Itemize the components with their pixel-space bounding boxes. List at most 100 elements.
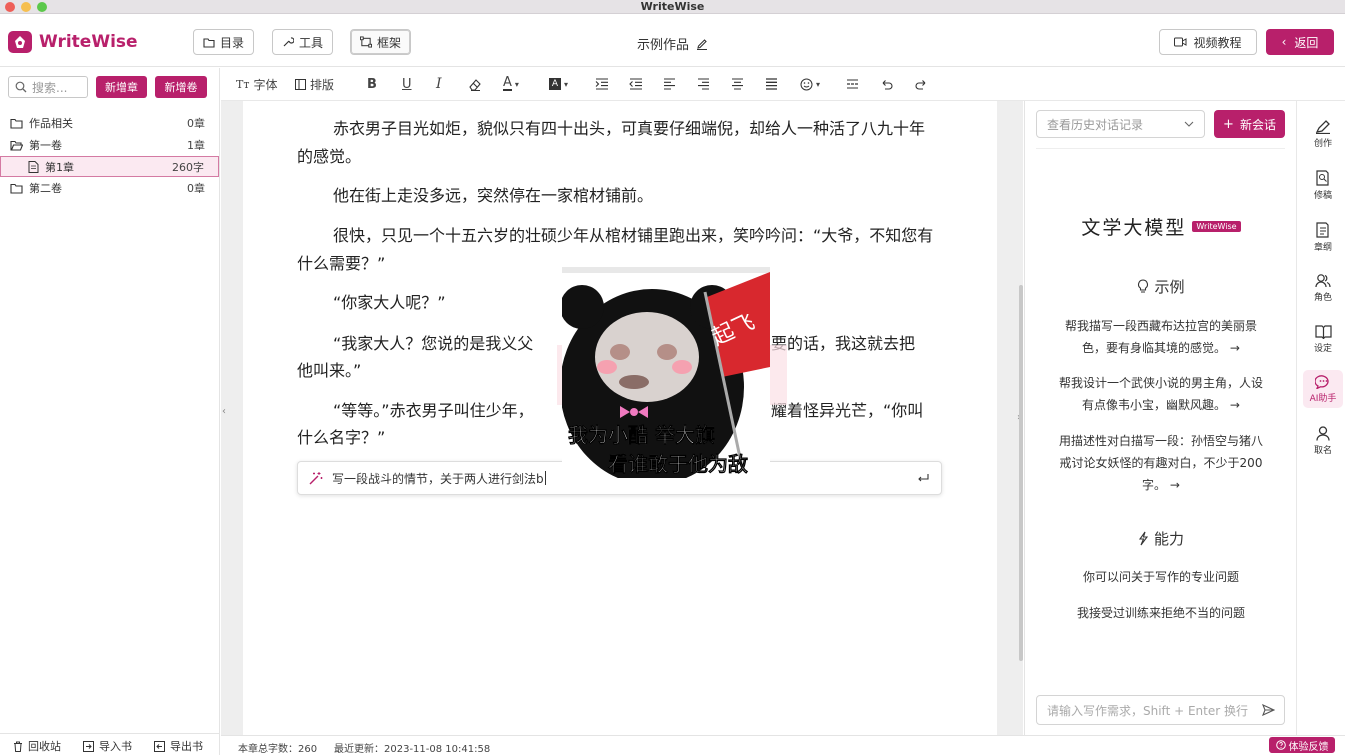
export-book-label: 导出书 xyxy=(170,740,203,753)
tab-label: AI助手 xyxy=(1309,394,1337,404)
frame-icon xyxy=(360,36,372,48)
highlight-color-icon[interactable]: A ▾ xyxy=(549,75,568,93)
new-chat-button[interactable]: + 新会话 xyxy=(1214,110,1285,138)
send-icon[interactable] xyxy=(1262,704,1275,716)
chat-input[interactable]: 请输入写作需求，Shift + Enter 换行 xyxy=(1036,695,1285,725)
model-title: 文学大模型 xyxy=(1081,217,1187,239)
undo-icon[interactable] xyxy=(880,75,893,93)
bold-icon[interactable]: B xyxy=(367,75,377,93)
tools-button[interactable]: 工具 xyxy=(272,29,334,55)
question-icon xyxy=(1275,740,1286,750)
ai-input-text: 写一段战斗的情节，关于两人进行剑法b xyxy=(332,471,544,486)
tree-item-label: 作品相关 xyxy=(29,117,73,130)
feedback-label: 体验反馈 xyxy=(1288,741,1329,753)
editor-scrollbar[interactable] xyxy=(1019,285,1023,661)
example-item[interactable]: 帮我设计一个武侠小说的男主角，人设 有点像韦小宝，幽默风趣。 → xyxy=(1025,372,1297,416)
history-select[interactable]: 查看历史对话记录 xyxy=(1036,110,1205,138)
paragraph-fragment: 要的话，我这就去把 xyxy=(771,334,916,353)
tab-characters[interactable]: 角色 xyxy=(1303,269,1343,307)
ai-assistant-panel: 查看历史对话记录 + 新会话 文学大模型 WriteWise 示例 帮我描写一段… xyxy=(1024,101,1296,735)
align-right-icon[interactable] xyxy=(697,75,710,93)
indent-increase-icon[interactable] xyxy=(595,75,609,93)
tab-settings[interactable]: 设定 xyxy=(1303,320,1343,358)
lightbulb-icon xyxy=(1137,279,1149,294)
divider xyxy=(1036,148,1285,149)
example-line: 帮我设计一个武侠小说的男主角，人设 xyxy=(1058,376,1263,390)
folder-icon xyxy=(10,118,23,129)
tree-item-volume-1[interactable]: 第一卷 1章 xyxy=(0,135,219,155)
tab-naming[interactable]: 取名 xyxy=(1303,422,1343,460)
examples-title: 示例 xyxy=(1154,278,1185,296)
tree-item-count: 1章 xyxy=(187,139,205,152)
paragraph-fragment: 耀着怪异光芒，“你叫 xyxy=(771,401,924,420)
wrench-icon xyxy=(282,36,294,48)
feedback-button[interactable]: 体验反馈 xyxy=(1269,737,1335,753)
doc-search-icon xyxy=(1316,169,1330,186)
right-iconbar: 创作 修稿 章纲 角色 设定 AI助手 取名 xyxy=(1296,101,1345,735)
example-item[interactable]: 用描述性对白描写一段：孙悟空与猪八 戒讨论女妖怪的有趣对白，不少于200 字。 … xyxy=(1025,430,1297,496)
trash-icon xyxy=(13,741,23,752)
person-icon xyxy=(1316,426,1330,441)
meme-caption-2: 看谁敢于他为敌 xyxy=(608,452,748,476)
magic-wand-icon xyxy=(309,471,323,485)
recycle-bin-button[interactable]: 回收站 xyxy=(13,738,61,754)
emoji-icon[interactable]: ▾ xyxy=(800,75,820,93)
collapse-left-icon[interactable]: ‹ xyxy=(219,398,229,424)
tree-item-count: 260字 xyxy=(172,160,204,174)
align-center-icon[interactable] xyxy=(731,75,744,93)
word-count: 本章总字数：260 xyxy=(238,744,318,755)
abilities-heading: 能力 xyxy=(1025,528,1297,549)
indent-decrease-icon[interactable] xyxy=(629,75,643,93)
video-tutorial-label: 视频教程 xyxy=(1193,35,1242,50)
toc-button[interactable]: 目录 xyxy=(193,29,255,55)
doc-title-text: 示例作品 xyxy=(637,38,690,53)
search-input[interactable]: 搜索... xyxy=(8,76,88,98)
align-left-icon[interactable] xyxy=(663,75,676,93)
underline-icon[interactable]: U xyxy=(402,75,412,93)
export-book-button[interactable]: 导出书 xyxy=(154,738,203,754)
examples-heading: 示例 xyxy=(1025,276,1297,297)
example-line: 字。 xyxy=(1142,478,1167,492)
import-book-button[interactable]: 导入书 xyxy=(83,738,132,754)
tab-revise[interactable]: 修稿 xyxy=(1303,166,1343,204)
meme-image: 起飞 我为小酷 举大旗 看谁敢于他为敌 xyxy=(562,267,770,478)
tree-item-works[interactable]: 作品相关 0章 xyxy=(0,113,219,133)
doc-title[interactable]: 示例作品 xyxy=(637,34,708,53)
app-header: WriteWise 目录 工具 框架 示例作品 视频教程 ‹ 返回 xyxy=(0,15,1345,67)
back-button[interactable]: ‹ 返回 xyxy=(1266,29,1334,55)
new-chapter-button[interactable]: 新增章 xyxy=(96,76,147,98)
video-icon xyxy=(1174,37,1187,47)
text-color-icon[interactable]: A ▾ xyxy=(503,75,519,93)
example-item[interactable]: 帮我描写一段西藏布达拉宫的美丽景 色，要有身临其境的感觉。 → xyxy=(1025,315,1297,359)
window-title: WriteWise xyxy=(640,0,705,13)
eraser-icon[interactable] xyxy=(469,75,482,93)
tab-create[interactable]: 创作 xyxy=(1303,115,1343,153)
edit-pencil-icon[interactable] xyxy=(696,38,708,50)
tab-ai-assistant[interactable]: AI助手 xyxy=(1303,370,1343,408)
arrow-right-icon: → xyxy=(1229,341,1240,355)
chapter-sidebar: 搜索... 新增章 新增卷 作品相关 0章 第一卷 1章 第1章 260字 第二… xyxy=(0,68,220,755)
layout-button-label: 排版 xyxy=(310,77,335,92)
model-heading: 文学大模型 WriteWise xyxy=(1025,213,1297,240)
video-tutorial-button[interactable]: 视频教程 xyxy=(1159,29,1257,55)
align-justify-icon[interactable] xyxy=(765,75,778,93)
redo-icon[interactable] xyxy=(915,75,928,93)
example-line: 用描述性对白描写一段：孙悟空与猪八 xyxy=(1058,434,1263,448)
window-titlebar: WriteWise xyxy=(0,0,1345,14)
search-placeholder: 搜索... xyxy=(32,80,68,95)
italic-icon[interactable]: I xyxy=(436,75,442,93)
arrow-right-icon: → xyxy=(1229,398,1240,412)
tree-item-volume-2[interactable]: 第二卷 0章 xyxy=(0,178,219,198)
layout-button[interactable]: 排版 xyxy=(295,75,334,93)
tree-item-chapter-1[interactable]: 第1章 260字 xyxy=(0,156,219,177)
new-volume-button[interactable]: 新增卷 xyxy=(155,76,207,98)
tab-outline[interactable]: 章纲 xyxy=(1303,218,1343,256)
enter-icon[interactable] xyxy=(917,473,929,483)
last-update: 最近更新：2023-11-08 10:41:58 xyxy=(334,744,491,755)
font-button[interactable]: Tт 字体 xyxy=(236,75,277,93)
export-icon xyxy=(154,740,165,752)
meme-illustration: 起飞 我为小酷 举大旗 看谁敢于他为敌 xyxy=(562,267,770,478)
horizontal-rule-icon[interactable] xyxy=(846,75,859,93)
frame-button[interactable]: 框架 xyxy=(350,29,412,55)
frame-button-label: 框架 xyxy=(377,35,402,50)
